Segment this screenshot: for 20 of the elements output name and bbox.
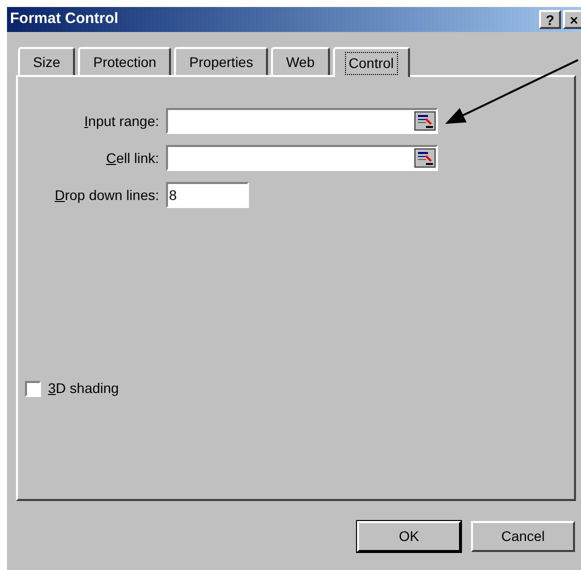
help-button[interactable]: ? bbox=[539, 10, 561, 29]
number-field[interactable]: 8 bbox=[166, 182, 249, 208]
range-field[interactable] bbox=[166, 145, 438, 171]
range-picker-icon[interactable] bbox=[414, 111, 436, 131]
tab[interactable]: Control bbox=[332, 47, 410, 77]
tab[interactable]: Size bbox=[18, 47, 76, 75]
range-field[interactable] bbox=[166, 108, 438, 134]
close-button[interactable]: × bbox=[563, 10, 581, 29]
checkbox[interactable] bbox=[25, 380, 41, 396]
tab[interactable]: Protection bbox=[78, 47, 172, 75]
checkbox-label: 3D shading bbox=[48, 379, 119, 398]
range-picker-icon[interactable] bbox=[414, 148, 436, 168]
field-label: Cell link: bbox=[105, 148, 160, 168]
cancel-button[interactable]: Cancel bbox=[471, 521, 575, 552]
ok-button[interactable]: OK bbox=[357, 521, 461, 552]
tab[interactable]: Web bbox=[271, 47, 330, 75]
field-label: Drop down lines: bbox=[54, 186, 160, 205]
tab[interactable]: Properties bbox=[174, 47, 268, 75]
window-title: Format Control bbox=[10, 9, 118, 30]
field-label: Input range: bbox=[83, 112, 160, 131]
